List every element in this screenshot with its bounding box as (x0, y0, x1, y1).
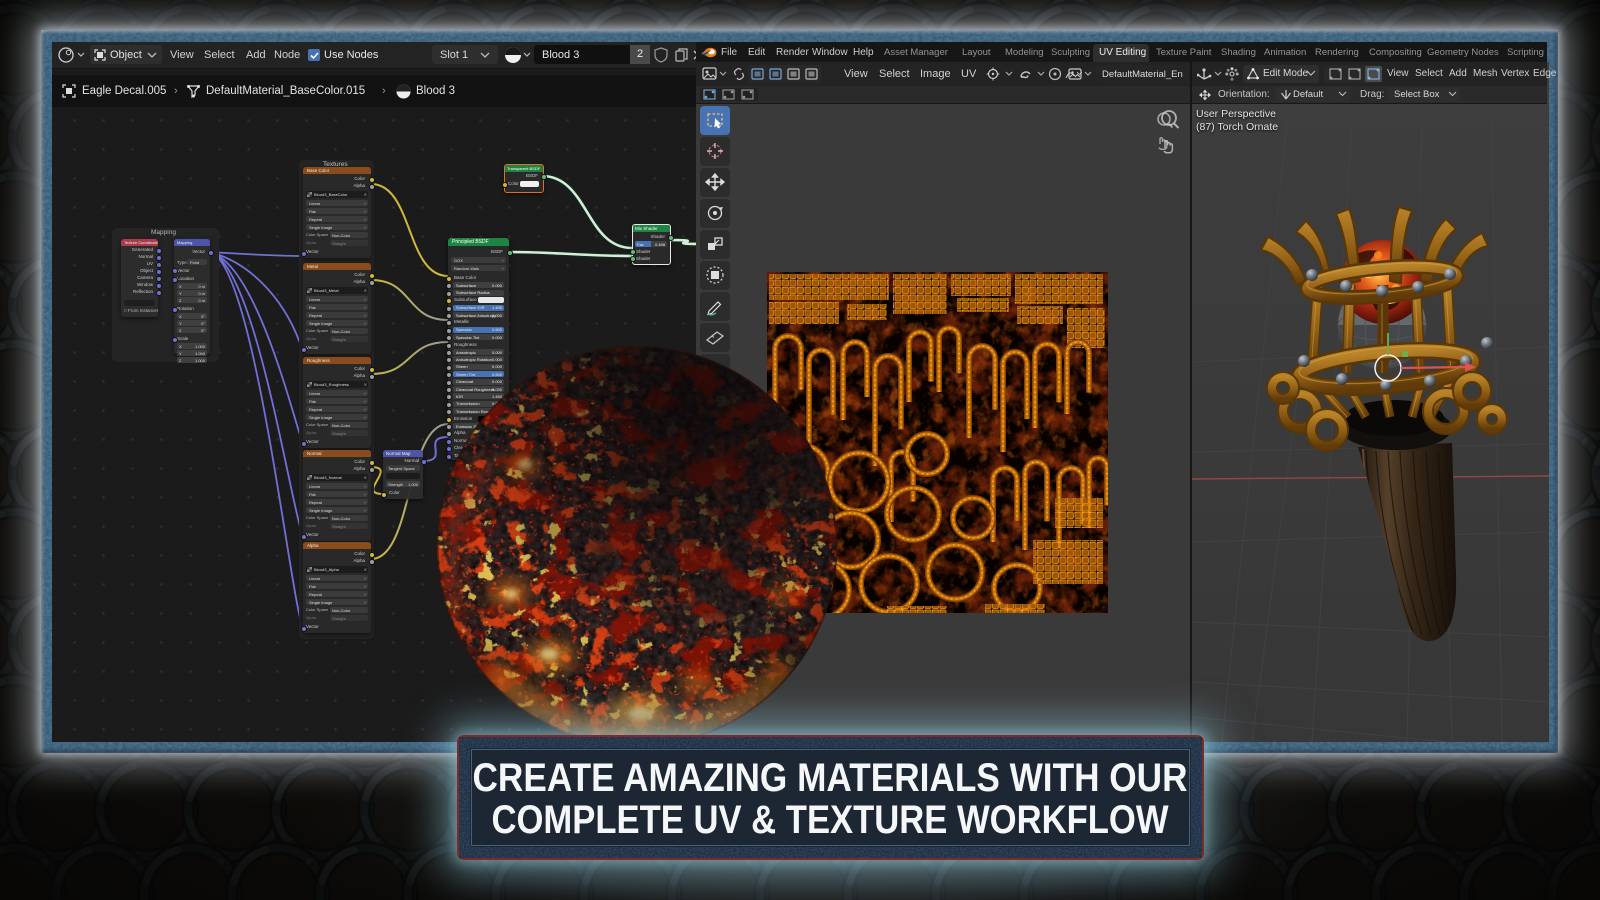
svg-text:COMPLETE UV & TEXTURE WORKFLOW: COMPLETE UV & TEXTURE WORKFLOW (492, 798, 1169, 842)
svg-text:CREATE AMAZING MATERIALS WITH: CREATE AMAZING MATERIALS WITH OUR (473, 756, 1188, 800)
